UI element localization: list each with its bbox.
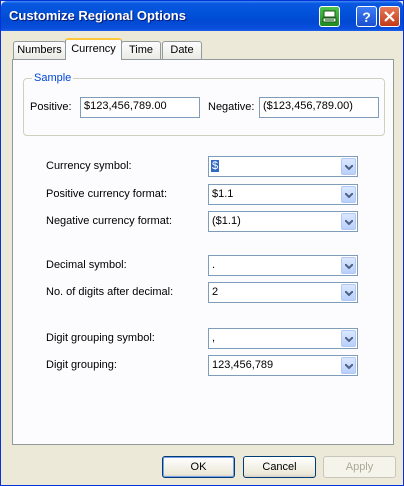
sample-group: Sample Positive: $123,456,789.00 Negativ… xyxy=(23,72,385,136)
positive-sample-field[interactable]: $123,456,789.00 xyxy=(80,97,200,118)
svg-text:?: ? xyxy=(362,9,371,25)
digit-grouping-symbol-combo[interactable]: , xyxy=(208,328,358,349)
digits-after-decimal-combo[interactable]: 2 xyxy=(208,282,358,303)
ok-button[interactable]: OK xyxy=(162,456,235,478)
digit-grouping-symbol-label: Digit grouping symbol: xyxy=(46,332,155,344)
dropdown-button[interactable] xyxy=(341,330,356,347)
chevron-down-icon xyxy=(345,364,353,369)
tab-time[interactable]: Time xyxy=(121,41,161,59)
chevron-down-icon xyxy=(345,193,353,198)
digit-grouping-combo[interactable]: 123,456,789 xyxy=(208,355,358,376)
chevron-down-icon xyxy=(345,337,353,342)
chevron-down-icon xyxy=(345,291,353,296)
positive-label: Positive: xyxy=(30,101,72,113)
negative-format-label: Negative currency format: xyxy=(46,215,172,227)
tab-numbers[interactable]: Numbers xyxy=(13,41,66,59)
positive-format-value: $1.1 xyxy=(212,188,234,200)
negative-format-combo[interactable]: ($1.1) xyxy=(208,211,358,232)
digit-grouping-value: 123,456,789 xyxy=(212,359,274,371)
currency-symbol-label: Currency symbol: xyxy=(46,160,132,172)
dialog-window: Customize Regional Options ? Numbers Cur… xyxy=(0,0,404,486)
title-bar[interactable]: Customize Regional Options ? xyxy=(1,1,403,31)
dropdown-button[interactable] xyxy=(341,158,356,175)
network-app-icon xyxy=(322,10,337,23)
tab-currency[interactable]: Currency xyxy=(65,38,122,60)
window-title: Customize Regional Options xyxy=(9,8,186,23)
tab-date[interactable]: Date xyxy=(162,41,202,59)
dropdown-button[interactable] xyxy=(341,357,356,374)
dropdown-button[interactable] xyxy=(341,284,356,301)
digit-grouping-label: Digit grouping: xyxy=(46,359,117,371)
negative-label: Negative: xyxy=(208,101,255,113)
dropdown-button[interactable] xyxy=(341,257,356,274)
currency-tab-panel: Sample Positive: $123,456,789.00 Negativ… xyxy=(12,59,394,445)
chevron-down-icon xyxy=(345,264,353,269)
decimal-symbol-value: . xyxy=(212,259,216,271)
decimal-symbol-label: Decimal symbol: xyxy=(46,259,127,271)
digit-grouping-symbol-value: , xyxy=(212,332,216,344)
currency-symbol-value: $ xyxy=(211,160,220,172)
dropdown-button[interactable] xyxy=(341,186,356,203)
chevron-down-icon xyxy=(345,165,353,170)
apply-button[interactable]: Apply xyxy=(323,456,396,478)
digits-after-decimal-value: 2 xyxy=(212,286,219,298)
sample-group-title: Sample xyxy=(32,72,74,84)
digits-after-decimal-label: No. of digits after decimal: xyxy=(46,286,174,298)
currency-symbol-combo[interactable]: $ xyxy=(208,156,358,177)
close-button[interactable] xyxy=(379,6,400,27)
cancel-button[interactable]: Cancel xyxy=(243,456,316,478)
chevron-down-icon xyxy=(345,220,353,225)
help-button[interactable]: ? xyxy=(356,6,377,27)
negative-format-value: ($1.1) xyxy=(212,215,241,227)
app-icon-button[interactable] xyxy=(319,6,340,27)
positive-format-label: Positive currency format: xyxy=(46,188,168,200)
close-icon xyxy=(384,11,395,22)
help-icon: ? xyxy=(362,9,371,25)
decimal-symbol-combo[interactable]: . xyxy=(208,255,358,276)
negative-sample-field[interactable]: ($123,456,789.00) xyxy=(259,97,379,118)
dropdown-button[interactable] xyxy=(341,213,356,230)
positive-format-combo[interactable]: $1.1 xyxy=(208,184,358,205)
